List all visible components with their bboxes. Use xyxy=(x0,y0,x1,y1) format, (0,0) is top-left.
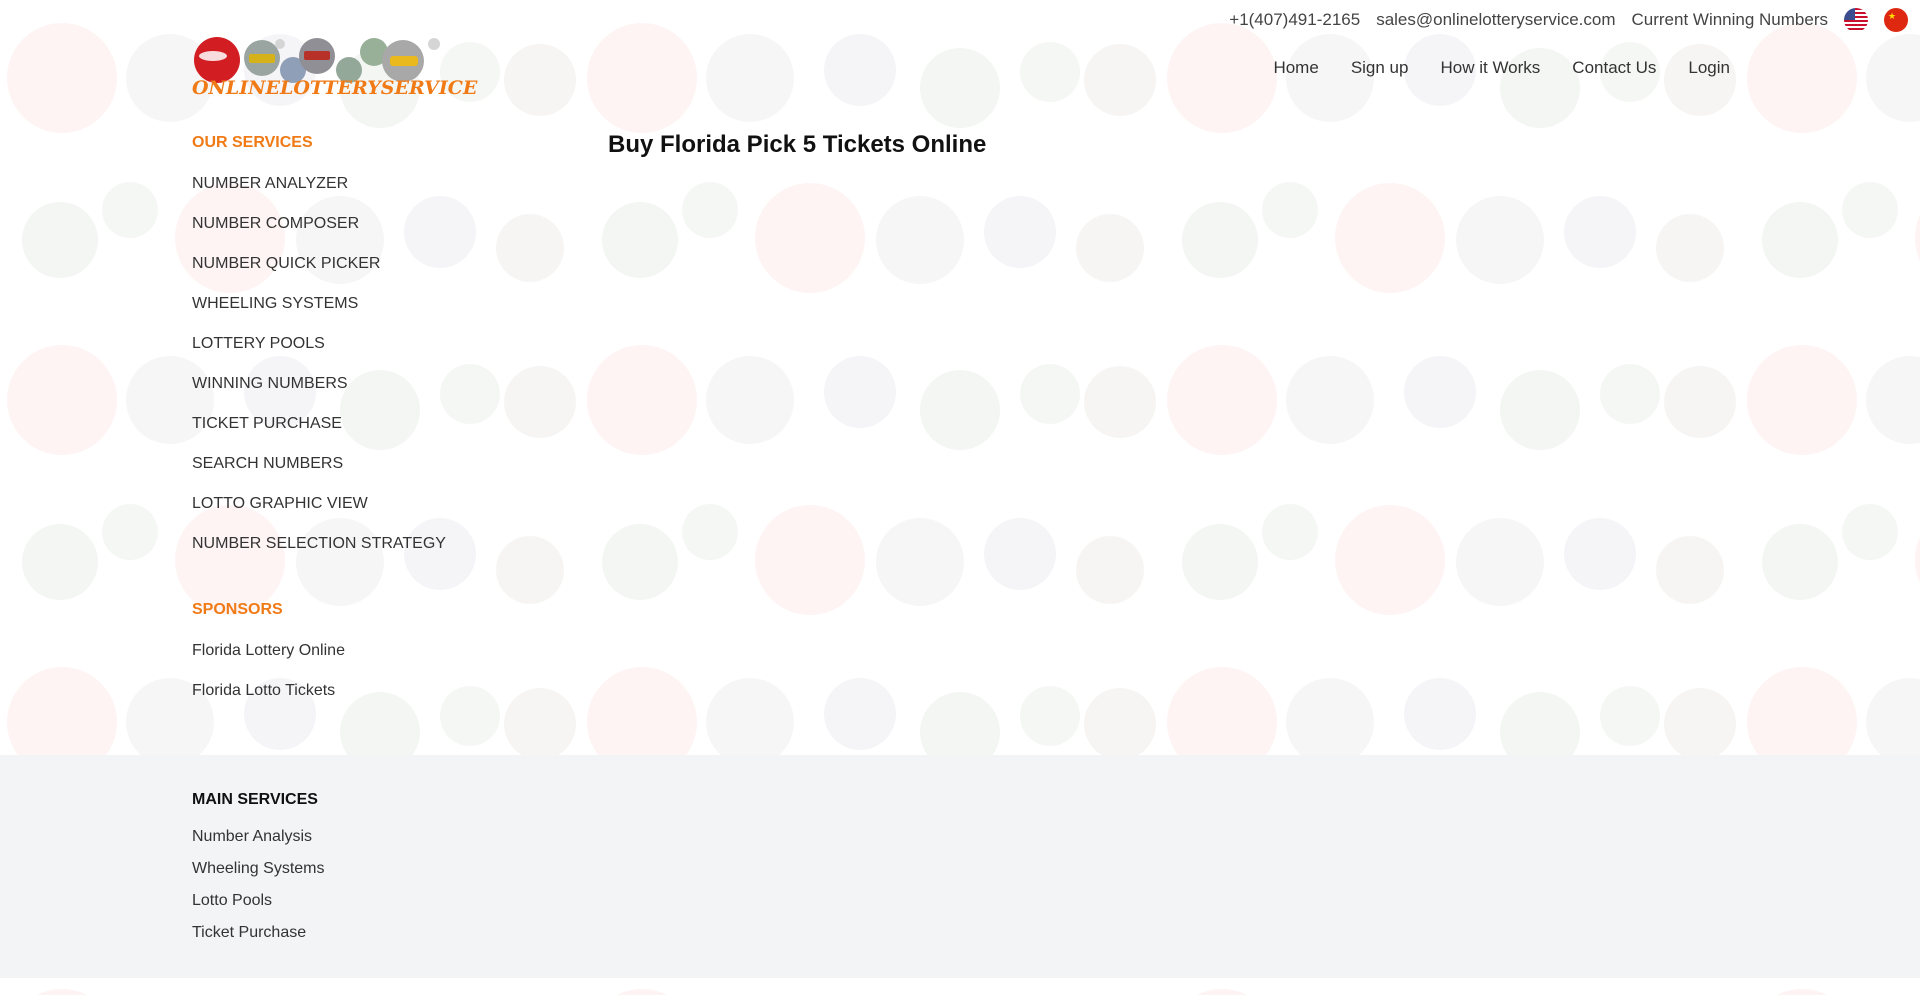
email-link[interactable]: sales@onlinelotteryservice.com xyxy=(1376,10,1615,30)
services-list: NUMBER ANALYZER NUMBER COMPOSER NUMBER Q… xyxy=(192,164,446,564)
us-flag-icon[interactable] xyxy=(1844,8,1868,32)
footer-item-number-analysis[interactable]: Number Analysis xyxy=(192,821,325,853)
nav-contact-us[interactable]: Contact Us xyxy=(1572,58,1656,78)
footer-item-ticket-purchase[interactable]: Ticket Purchase xyxy=(192,917,325,949)
footer-item-lotto-pools[interactable]: Lotto Pools xyxy=(192,885,325,917)
sidebar-item-ticket-purchase[interactable]: TICKET PURCHASE xyxy=(192,404,446,444)
top-contact-bar: +1(407)491-2165 sales@onlinelotteryservi… xyxy=(1229,0,1920,40)
logo-text: ONLINELOTTERYSERVICE xyxy=(192,77,478,99)
nav-sign-up[interactable]: Sign up xyxy=(1351,58,1409,78)
our-services-heading: OUR SERVICES xyxy=(192,134,313,151)
current-winning-numbers-link[interactable]: Current Winning Numbers xyxy=(1631,10,1828,30)
nav-home[interactable]: Home xyxy=(1273,58,1318,78)
site-logo[interactable]: ONLINELOTTERYSERVICE xyxy=(192,36,477,100)
nav-login[interactable]: Login xyxy=(1688,58,1730,78)
sidebar-item-winning-numbers[interactable]: WINNING NUMBERS xyxy=(192,364,446,404)
china-flag-icon[interactable] xyxy=(1884,8,1908,32)
sidebar-item-number-quick-picker[interactable]: NUMBER QUICK PICKER xyxy=(192,244,446,284)
sidebar-item-lotto-graphic-view[interactable]: LOTTO GRAPHIC VIEW xyxy=(192,484,446,524)
sponsors-list: Florida Lottery Online Florida Lotto Tic… xyxy=(192,631,446,711)
sidebar-item-number-selection-strategy[interactable]: NUMBER SELECTION STRATEGY xyxy=(192,524,446,564)
sidebar-item-wheeling-systems[interactable]: WHEELING SYSTEMS xyxy=(192,284,446,324)
main-services-heading: MAIN SERVICES xyxy=(192,791,318,808)
sidebar: OUR SERVICES NUMBER ANALYZER NUMBER COMP… xyxy=(192,132,446,711)
phone-link[interactable]: +1(407)491-2165 xyxy=(1229,10,1360,30)
footer-item-wheeling-systems[interactable]: Wheeling Systems xyxy=(192,853,325,885)
sidebar-item-search-numbers[interactable]: SEARCH NUMBERS xyxy=(192,444,446,484)
footer: MAIN SERVICES Number Analysis Wheeling S… xyxy=(0,755,1920,978)
sidebar-item-number-analyzer[interactable]: NUMBER ANALYZER xyxy=(192,164,446,204)
sidebar-item-lottery-pools[interactable]: LOTTERY POOLS xyxy=(192,324,446,364)
sponsor-florida-lottery-online[interactable]: Florida Lottery Online xyxy=(192,631,446,671)
sponsors-heading: SPONSORS xyxy=(192,601,283,618)
main-navigation: Home Sign up How it Works Contact Us Log… xyxy=(1273,58,1730,78)
page-title: Buy Florida Pick 5 Tickets Online xyxy=(608,131,987,158)
nav-how-it-works[interactable]: How it Works xyxy=(1440,58,1540,78)
footer-services-list: Number Analysis Wheeling Systems Lotto P… xyxy=(192,821,325,949)
sidebar-item-number-composer[interactable]: NUMBER COMPOSER xyxy=(192,204,446,244)
sponsor-florida-lotto-tickets[interactable]: Florida Lotto Tickets xyxy=(192,671,446,711)
